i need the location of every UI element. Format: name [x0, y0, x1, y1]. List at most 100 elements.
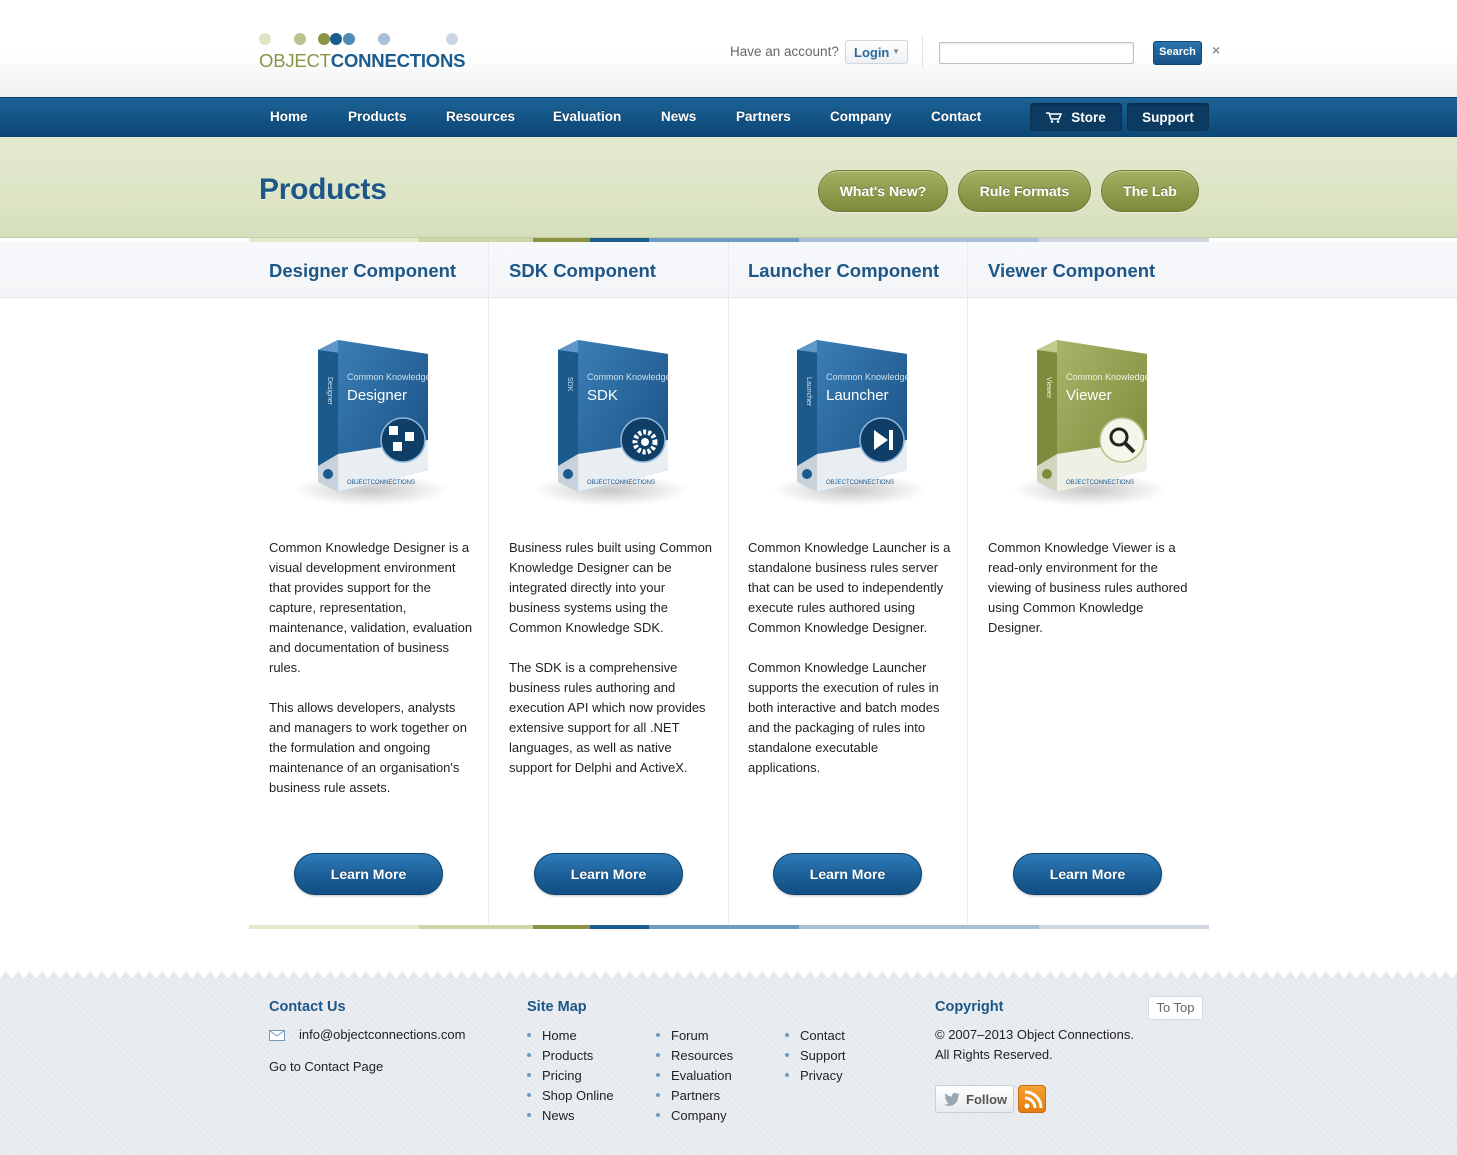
sitemap-link[interactable]: Shop Online — [527, 1088, 614, 1108]
account-prompt: Have an account? — [730, 44, 839, 59]
copyright-line: © 2007–2013 Object Connections. — [935, 1027, 1134, 1042]
sitemap-link[interactable]: Forum — [656, 1028, 733, 1048]
svg-text:Viewer: Viewer — [1066, 387, 1112, 404]
contact-page-link[interactable]: Go to Contact Page — [269, 1059, 383, 1074]
logo-dot — [446, 33, 458, 45]
product-title[interactable]: SDK Component — [509, 260, 656, 282]
designer-box-image[interactable]: Common Knowledge Designer Designer OBJEC… — [291, 322, 451, 512]
product-box-svg: Common Knowledge Viewer Viewer OBJECTCON… — [1012, 340, 1168, 506]
description-paragraph: Common Knowledge Designer is a visual de… — [269, 540, 473, 675]
svg-text:Common Knowledge: Common Knowledge — [826, 372, 910, 382]
contact-email-link[interactable]: info@objectconnections.com — [299, 1027, 465, 1042]
follow-label: Follow — [966, 1092, 1008, 1107]
logo[interactable]: OBJECTCONNECTIONS — [259, 30, 469, 74]
svg-text:OBJECTCONNECTIONS: OBJECTCONNECTIONS — [826, 480, 894, 486]
learn-more-button[interactable]: Learn More — [1013, 853, 1162, 895]
contact-heading: Contact Us — [269, 999, 346, 1015]
mail-icon — [269, 1030, 285, 1041]
logo-word-connections: CONNECTIONS — [330, 50, 466, 71]
sdk-box-image[interactable]: Common Knowledge SDK SDK OBJECTCONNECTIO… — [531, 322, 691, 512]
svg-text:Common Knowledge: Common Knowledge — [1066, 372, 1150, 382]
sitemap-link[interactable]: Company — [656, 1108, 733, 1128]
product-card-launcher: Launcher Component Common Knowledge Laun… — [728, 242, 968, 926]
learn-more-button[interactable]: Learn More — [773, 853, 922, 895]
twitter-follow-button[interactable]: Follow — [935, 1085, 1014, 1113]
nav-store-button[interactable]: Store — [1030, 103, 1122, 131]
logo-dot — [318, 33, 330, 45]
page-title: Products — [259, 173, 387, 206]
sitemap-column: Forum Resources Evaluation Partners Comp… — [656, 1028, 733, 1128]
login-label: Login — [854, 45, 890, 60]
sitemap-link[interactable]: Evaluation — [656, 1068, 733, 1088]
svg-text:OBJECTCONNECTIONS: OBJECTCONNECTIONS — [347, 480, 415, 486]
the-lab-button[interactable]: The Lab — [1101, 170, 1199, 212]
description-paragraph: Common Knowledge Launcher is a standalon… — [748, 540, 951, 635]
nav-products[interactable]: Products — [348, 109, 407, 124]
close-icon[interactable]: × — [1212, 42, 1220, 58]
rss-button[interactable] — [1018, 1085, 1046, 1113]
product-box-svg: Common Knowledge SDK SDK OBJECTCONNECTIO… — [533, 340, 689, 506]
sitemap-link[interactable]: Support — [785, 1048, 846, 1068]
stripe-segment — [249, 925, 419, 929]
learn-more-button[interactable]: Learn More — [294, 853, 443, 895]
main-nav: Home Products Resources Evaluation News … — [0, 97, 1457, 137]
logo-word-object: OBJECT — [259, 50, 331, 71]
svg-text:Common Knowledge: Common Knowledge — [587, 372, 671, 382]
product-description: Common Knowledge Viewer is a read-only e… — [988, 538, 1193, 638]
logo-dot — [330, 33, 342, 45]
nav-home[interactable]: Home — [270, 109, 308, 124]
search-button[interactable]: Search — [1153, 41, 1202, 65]
nav-company[interactable]: Company — [830, 109, 892, 124]
learn-more-button[interactable]: Learn More — [534, 853, 683, 895]
sitemap-link[interactable]: Pricing — [527, 1068, 614, 1088]
logo-dot — [259, 33, 271, 45]
nav-evaluation[interactable]: Evaluation — [553, 109, 621, 124]
sitemap-link[interactable]: Contact — [785, 1028, 846, 1048]
site-header: OBJECTCONNECTIONS Have an account? Login… — [0, 0, 1457, 97]
stripe-segment — [649, 925, 799, 929]
logo-dots — [259, 33, 469, 47]
svg-text:SDK: SDK — [566, 377, 573, 392]
header-divider — [922, 36, 923, 68]
logo-dot — [294, 33, 306, 45]
product-box-svg: Common Knowledge Launcher Launcher OBJEC… — [772, 340, 928, 506]
sitemap-link[interactable]: Privacy — [785, 1068, 846, 1088]
sitemap-column: Home Products Pricing Shop Online News — [527, 1028, 614, 1128]
stripe-segment — [533, 925, 590, 929]
viewer-box-image[interactable]: Common Knowledge Viewer Viewer OBJECTCON… — [1010, 322, 1170, 512]
svg-text:Designer: Designer — [326, 377, 333, 406]
product-description: Common Knowledge Launcher is a standalon… — [748, 538, 953, 778]
login-button[interactable]: Login ▼ — [845, 40, 908, 64]
sitemap-link[interactable]: Resources — [656, 1048, 733, 1068]
svg-text:Viewer: Viewer — [1045, 377, 1052, 399]
nav-resources[interactable]: Resources — [446, 109, 515, 124]
stripe-segment — [799, 925, 1039, 929]
page-title-band: Products What's New? Rule Formats The La… — [0, 137, 1457, 238]
sitemap-heading: Site Map — [527, 999, 587, 1015]
nav-partners[interactable]: Partners — [736, 109, 791, 124]
product-description: Business rules built using Common Knowle… — [509, 538, 714, 778]
whats-new-button[interactable]: What's New? — [818, 170, 948, 212]
nav-contact[interactable]: Contact — [931, 109, 981, 124]
stripe-segment — [419, 925, 533, 929]
site-footer: Contact Us info@objectconnections.com Go… — [0, 978, 1457, 1155]
product-title[interactable]: Designer Component — [269, 260, 456, 282]
twitter-bird-icon — [944, 1092, 960, 1106]
cart-icon — [1046, 112, 1063, 123]
stripe-segment — [1039, 925, 1209, 929]
svg-text:Common Knowledge: Common Knowledge — [347, 372, 431, 382]
logo-wordmark: OBJECTCONNECTIONS — [259, 50, 465, 72]
product-title[interactable]: Launcher Component — [748, 260, 939, 282]
search-input[interactable] — [939, 42, 1134, 64]
sitemap-link[interactable]: Partners — [656, 1088, 733, 1108]
launcher-box-image[interactable]: Common Knowledge Launcher Launcher OBJEC… — [770, 322, 930, 512]
product-title[interactable]: Viewer Component — [988, 260, 1155, 282]
sitemap-link[interactable]: Home — [527, 1028, 614, 1048]
sitemap-link[interactable]: Products — [527, 1048, 614, 1068]
nav-news[interactable]: News — [661, 109, 696, 124]
rule-formats-button[interactable]: Rule Formats — [958, 170, 1091, 212]
to-top-button[interactable]: To Top — [1148, 996, 1203, 1020]
nav-support-button[interactable]: Support — [1127, 103, 1209, 131]
sitemap-link[interactable]: News — [527, 1108, 614, 1128]
logo-dot — [378, 33, 390, 45]
